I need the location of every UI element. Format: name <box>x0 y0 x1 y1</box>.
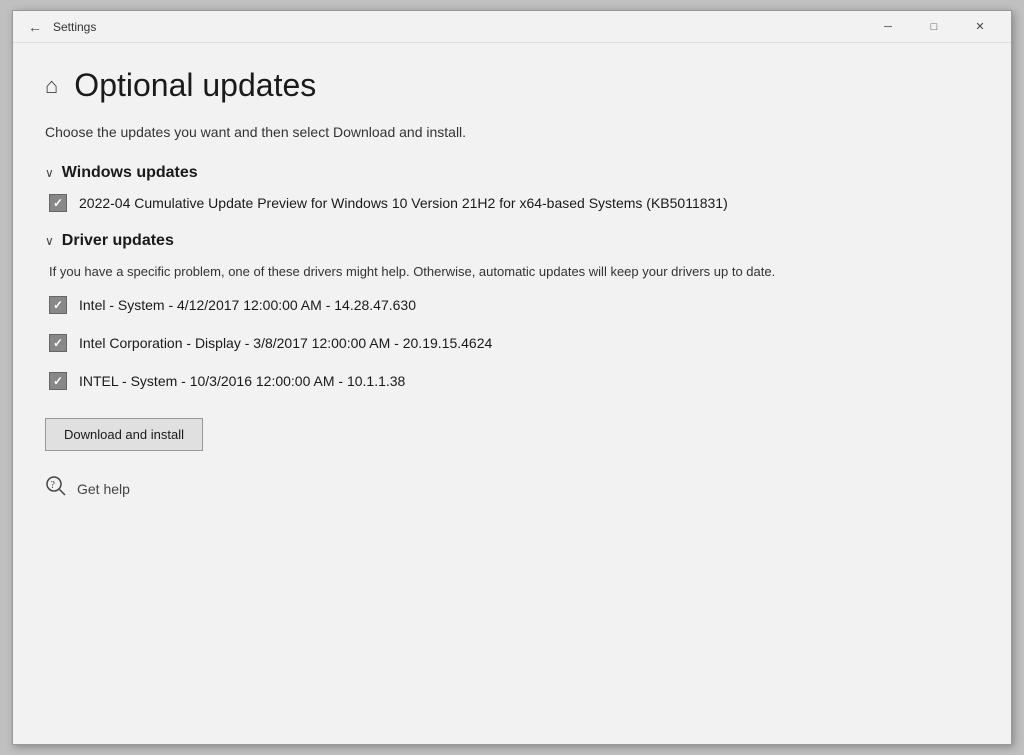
page-header: ⌂ Optional updates <box>45 67 979 104</box>
home-icon: ⌂ <box>45 73 58 99</box>
driver-update-item-0: Intel - System - 4/12/2017 12:00:00 AM -… <box>49 296 979 314</box>
driver-updates-section: ∨ Driver updates If you have a specific … <box>45 232 979 390</box>
windows-updates-title: Windows updates <box>62 164 198 182</box>
driver-update-checkbox-2[interactable] <box>49 372 67 390</box>
subtitle: Choose the updates you want and then sel… <box>45 124 979 140</box>
driver-updates-title: Driver updates <box>62 232 174 250</box>
back-button[interactable]: ← <box>21 13 49 41</box>
driver-updates-header[interactable]: ∨ Driver updates <box>45 232 979 250</box>
driver-update-label-2: INTEL - System - 10/3/2016 12:00:00 AM -… <box>79 373 405 389</box>
driver-update-checkbox-1[interactable] <box>49 334 67 352</box>
driver-updates-chevron: ∨ <box>45 234 54 248</box>
windows-update-label-0: 2022-04 Cumulative Update Preview for Wi… <box>79 195 728 211</box>
get-help-icon: ? <box>45 475 67 503</box>
windows-update-checkbox-0[interactable] <box>49 194 67 212</box>
windows-updates-section: ∨ Windows updates 2022-04 Cumulative Upd… <box>45 164 979 212</box>
maximize-button[interactable]: □ <box>911 11 957 43</box>
close-button[interactable]: ✕ <box>957 11 1003 43</box>
main-content: ⌂ Optional updates Choose the updates yo… <box>13 43 1011 744</box>
minimize-button[interactable]: ─ <box>865 11 911 43</box>
driver-update-label-1: Intel Corporation - Display - 3/8/2017 1… <box>79 335 492 351</box>
windows-update-item-0: 2022-04 Cumulative Update Preview for Wi… <box>49 194 979 212</box>
windows-updates-chevron: ∨ <box>45 166 54 180</box>
driver-update-item-2: INTEL - System - 10/3/2016 12:00:00 AM -… <box>49 372 979 390</box>
driver-update-item-1: Intel Corporation - Display - 3/8/2017 1… <box>49 334 979 352</box>
windows-updates-header[interactable]: ∨ Windows updates <box>45 164 979 182</box>
settings-window: ← Settings ─ □ ✕ ⌂ Optional updates Choo… <box>12 10 1012 745</box>
download-install-button[interactable]: Download and install <box>45 418 203 451</box>
page-title: Optional updates <box>74 67 316 104</box>
driver-update-checkbox-0[interactable] <box>49 296 67 314</box>
get-help-label[interactable]: Get help <box>77 481 130 497</box>
titlebar: ← Settings ─ □ ✕ <box>13 11 1011 43</box>
titlebar-title: Settings <box>53 20 865 34</box>
get-help-section: ? Get help <box>45 475 979 503</box>
driver-updates-note: If you have a specific problem, one of t… <box>49 262 979 282</box>
svg-text:?: ? <box>51 480 56 491</box>
driver-update-label-0: Intel - System - 4/12/2017 12:00:00 AM -… <box>79 297 416 313</box>
titlebar-controls: ─ □ ✕ <box>865 11 1003 43</box>
